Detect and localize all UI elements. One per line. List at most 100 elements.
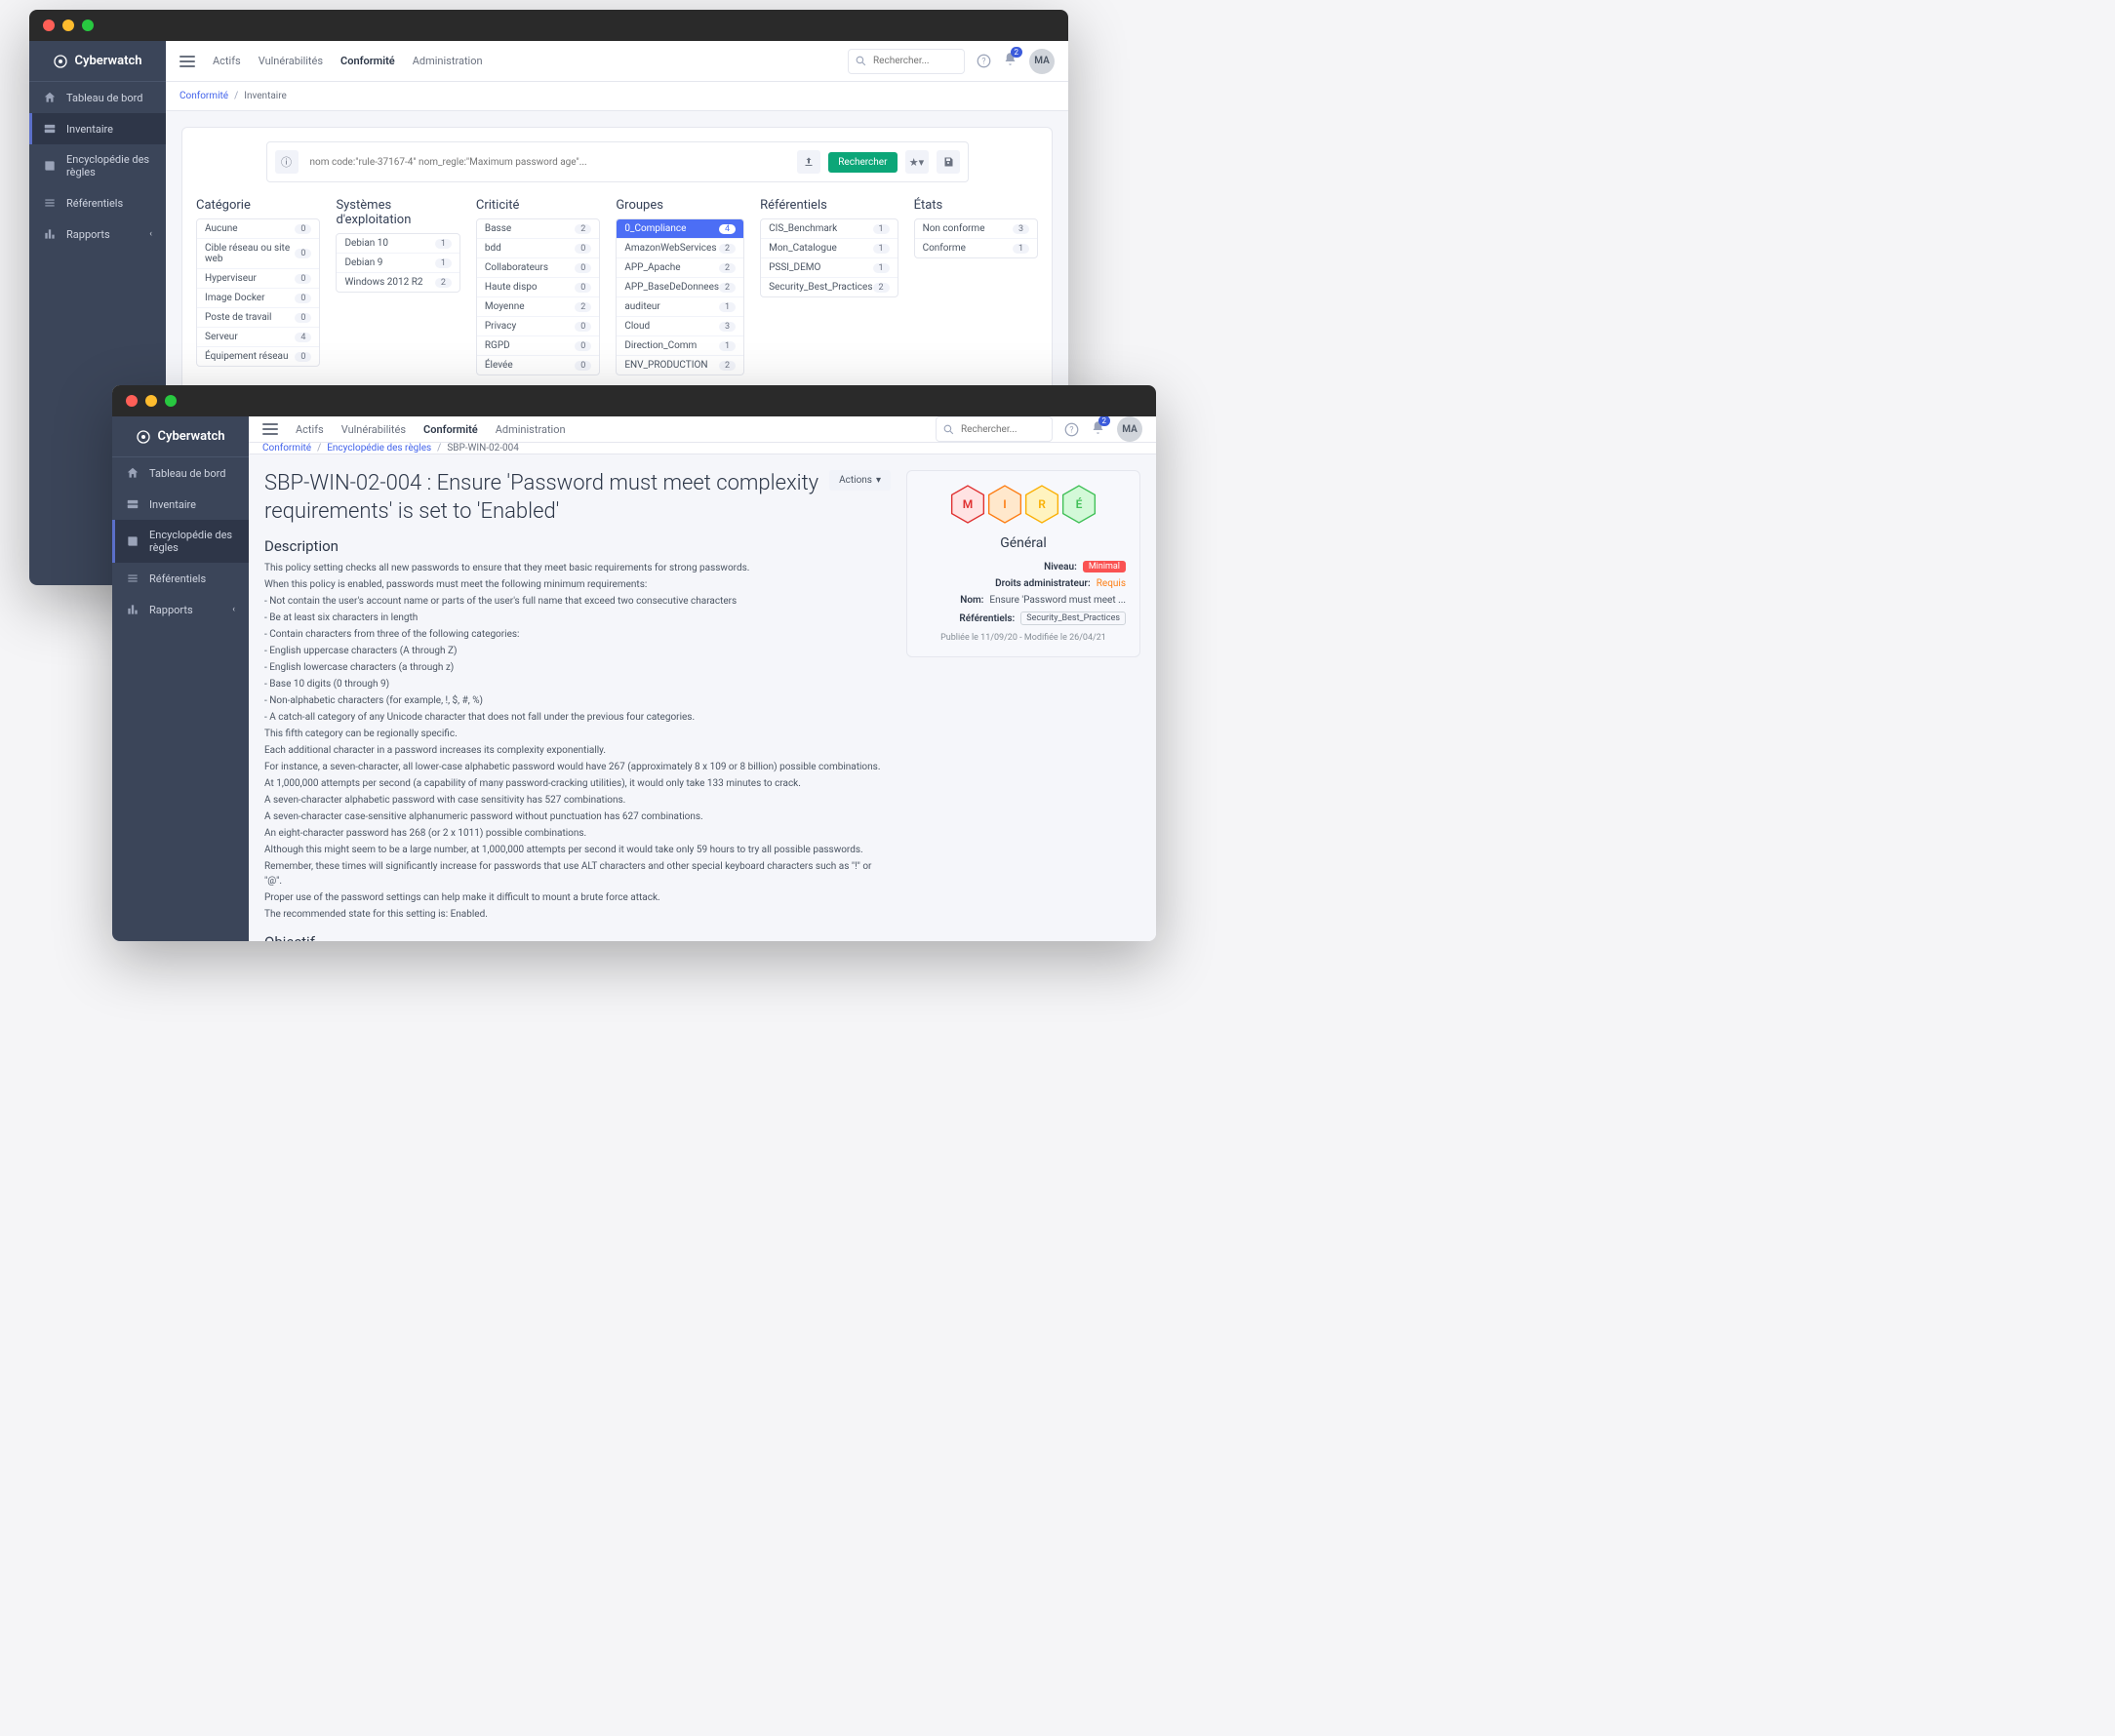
sidebar-item-inventory[interactable]: Inventaire [29,113,166,144]
info-button[interactable]: ⓘ [275,150,299,174]
filter-row[interactable]: Équipement réseau0 [197,347,319,366]
filter-row-count: 2 [719,361,736,371]
hamburger-icon[interactable] [262,423,278,435]
maximize-dot[interactable] [165,395,177,407]
upload-button[interactable] [797,150,820,174]
star-button[interactable]: ★▾ [905,150,929,174]
sidebar-item-dashboard[interactable]: Tableau de bord [112,457,249,489]
sidebar-item-reports[interactable]: Rapports ‹ [29,218,166,250]
filter-input[interactable] [306,153,790,172]
search-input[interactable] [961,424,1039,435]
filter-row[interactable]: AmazonWebServices2 [617,239,743,258]
filter-row[interactable]: APP_Apache2 [617,258,743,278]
sidebar-item-referentials[interactable]: Référentiels [112,563,249,594]
nav-actifs[interactable]: Actifs [296,423,324,436]
sidebar-item-encyclopedia[interactable]: Encyclopédie des règles [29,144,166,187]
filter-row[interactable]: 0_Compliance4 [617,219,743,239]
close-dot[interactable] [126,395,138,407]
filter-row[interactable]: Hyperviseur0 [197,269,319,289]
help-icon[interactable]: ? [1064,422,1079,437]
sidebar-item-reports[interactable]: Rapports ‹ [112,594,249,625]
filter-col-title: Référentiels [760,198,898,213]
filter-row[interactable]: Mon_Catalogue1 [761,239,897,258]
minimize-dot[interactable] [62,20,74,31]
filter-row[interactable]: Haute dispo0 [477,278,599,297]
filter-row[interactable]: Privacy0 [477,317,599,336]
filter-row[interactable]: Aucune0 [197,219,319,239]
filter-row[interactable]: auditeur1 [617,297,743,317]
filter-row[interactable]: bdd0 [477,239,599,258]
breadcrumb-link[interactable]: Conformité [262,443,311,454]
svg-text:?: ? [1069,425,1073,435]
filter-row[interactable]: Non conforme3 [915,219,1037,239]
filter-row[interactable]: Conforme1 [915,239,1037,257]
filter-row-label: Debian 9 [344,257,382,268]
chart-icon [43,227,57,241]
filter-row[interactable]: ENV_PRODUCTION2 [617,356,743,375]
avatar[interactable]: MA [1117,416,1142,442]
filter-row[interactable]: Serveur4 [197,328,319,347]
filter-row[interactable]: Windows 2012 R22 [337,273,459,292]
nav-admin[interactable]: Administration [496,423,566,436]
hamburger-icon[interactable] [180,56,195,67]
filter-row[interactable]: Élevée0 [477,356,599,375]
search-box[interactable] [936,416,1053,442]
notification-badge: 2 [1011,47,1023,58]
filter-row[interactable]: Cloud3 [617,317,743,336]
search-icon [855,55,867,67]
filter-row[interactable]: CIS_Benchmark1 [761,219,897,239]
sidebar-item-referentials[interactable]: Référentiels [29,187,166,218]
avatar[interactable]: MA [1029,49,1055,74]
nav-conformite[interactable]: Conformité [423,423,478,436]
breadcrumb-link[interactable]: Conformité [180,91,228,101]
filter-row[interactable]: Debian 101 [337,234,459,254]
filter-row-count: 0 [575,263,591,273]
filter-row[interactable]: Cible réseau ou site web0 [197,239,319,269]
filter-row[interactable]: APP_BaseDeDonnees2 [617,278,743,297]
filter-row-label: AmazonWebServices [624,243,716,254]
breadcrumb-separator: / [317,443,321,454]
search-box[interactable] [848,49,965,74]
nav-actifs[interactable]: Actifs [213,55,241,67]
filter-row[interactable]: Basse2 [477,219,599,239]
filter-row[interactable]: Debian 91 [337,254,459,273]
actions-button[interactable]: Actions ▾ [829,470,891,491]
sidebar-item-inventory[interactable]: Inventaire [112,489,249,520]
filter-row-count: 1 [873,224,890,234]
description-line: This policy setting checks all new passw… [264,561,891,575]
help-icon[interactable]: ? [977,54,991,68]
brand-logo[interactable]: Cyberwatch [112,416,249,457]
maximize-dot[interactable] [82,20,94,31]
server-icon [126,497,140,511]
refs-label: Référentiels: [959,613,1015,624]
filter-row[interactable]: Collaborateurs0 [477,258,599,278]
nav-vulns[interactable]: Vulnérabilités [259,55,323,67]
nav-vulns[interactable]: Vulnérabilités [341,423,406,436]
filter-row-label: Moyenne [485,301,525,312]
nav-admin[interactable]: Administration [413,55,483,67]
search-input[interactable] [873,56,951,66]
notifications[interactable]: 2 [1003,52,1018,70]
breadcrumb-link[interactable]: Encyclopédie des règles [327,443,431,454]
refs-value[interactable]: Security_Best_Practices [1020,612,1126,625]
notifications[interactable]: 2 [1091,420,1105,439]
filter-row[interactable]: Image Docker0 [197,289,319,308]
sidebar-item-encyclopedia[interactable]: Encyclopédie des règles [112,520,249,563]
filter-row[interactable]: Poste de travail0 [197,308,319,328]
search-button[interactable]: Rechercher [828,152,897,173]
minimize-dot[interactable] [145,395,157,407]
brand-logo[interactable]: Cyberwatch [29,41,166,82]
close-dot[interactable] [43,20,55,31]
notification-badge: 2 [1098,416,1111,426]
filter-row[interactable]: Direction_Comm1 [617,336,743,356]
filter-row[interactable]: Moyenne2 [477,297,599,317]
filter-row[interactable]: PSSI_DEMO1 [761,258,897,278]
filter-row[interactable]: Security_Best_Practices2 [761,278,897,296]
sidebar-item-dashboard[interactable]: Tableau de bord [29,82,166,113]
filter-row-label: Non conforme [923,223,985,234]
nav-conformite[interactable]: Conformité [340,55,395,67]
filter-row-count: 2 [435,278,452,288]
search-icon [942,423,955,436]
save-button[interactable] [937,150,960,174]
filter-row[interactable]: RGPD0 [477,336,599,356]
